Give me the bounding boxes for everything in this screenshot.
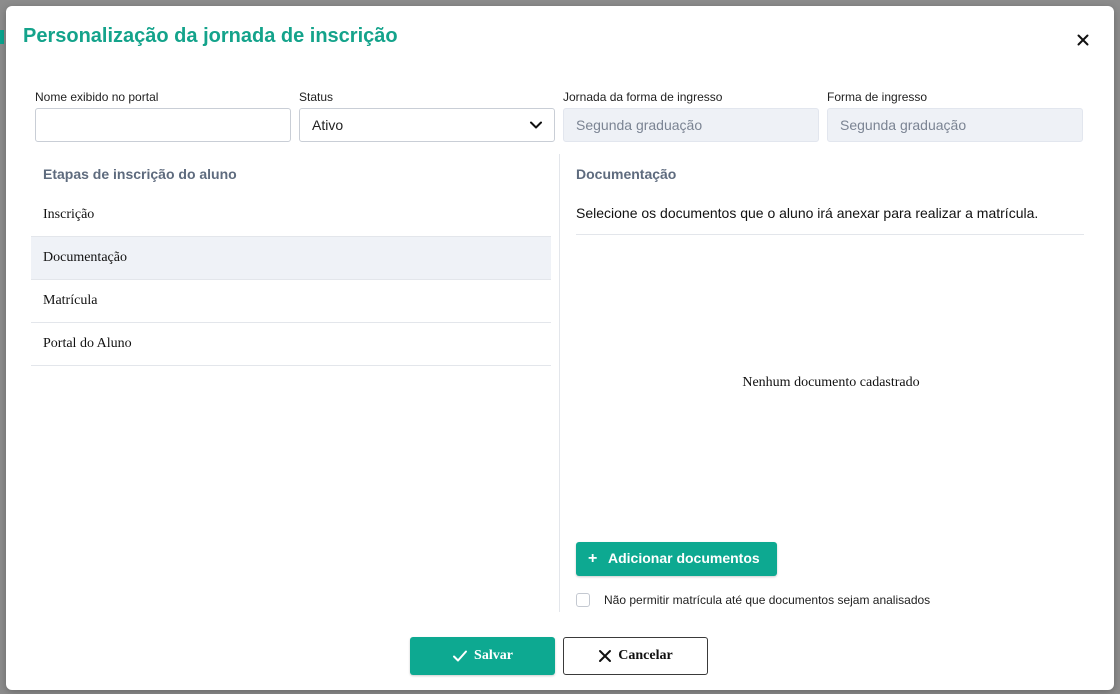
background-page-accent [0, 30, 4, 44]
chevron-down-icon [530, 121, 542, 129]
block-enrollment-checkbox[interactable] [576, 593, 590, 607]
step-item-inscricao[interactable]: Inscrição [31, 194, 551, 237]
journey-field: Segunda graduação [563, 108, 819, 142]
close-button[interactable] [1074, 31, 1092, 49]
status-select[interactable]: Ativo [299, 108, 555, 142]
documentation-panel: Documentação Selecione os documentos que… [576, 156, 1084, 616]
journey-customization-dialog: Personalização da jornada de inscrição N… [6, 6, 1114, 690]
portal-name-label: Nome exibido no portal [35, 90, 159, 104]
entry-form-field-group: Forma de ingresso Segunda graduação [827, 90, 1083, 142]
entry-form-label: Forma de ingresso [827, 90, 928, 104]
cancel-button[interactable]: Cancelar [563, 637, 708, 675]
documentation-divider [576, 234, 1084, 235]
status-label: Status [299, 90, 334, 104]
dialog-title: Personalização da jornada de inscrição [23, 25, 398, 47]
status-field-group: Status Ativo [299, 90, 555, 142]
save-label: Salvar [474, 648, 513, 663]
entry-form-field: Segunda graduação [827, 108, 1083, 142]
block-enrollment-label[interactable]: Não permitir matrícula até que documento… [604, 593, 930, 607]
step-item-documentacao[interactable]: Documentação [31, 237, 551, 280]
close-icon [1077, 34, 1089, 46]
steps-heading: Etapas de inscrição do aluno [43, 166, 237, 182]
column-divider [559, 154, 560, 612]
journey-field-group: Jornada da forma de ingresso Segunda gra… [563, 90, 819, 142]
close-icon [599, 650, 612, 662]
plus-icon: + [588, 550, 598, 567]
empty-documents-message: Nenhum documento cadastrado [742, 375, 920, 390]
status-select-value: Ativo [312, 117, 344, 133]
save-button[interactable]: Salvar [410, 637, 555, 675]
portal-name-input[interactable] [35, 108, 291, 142]
add-documents-button[interactable]: + Adicionar documentos [576, 542, 777, 576]
portal-name-field-group: Nome exibido no portal [35, 90, 291, 142]
documentation-heading: Documentação [576, 166, 677, 182]
check-icon [453, 650, 468, 662]
step-item-portal-do-aluno[interactable]: Portal do Aluno [31, 323, 551, 366]
documentation-description: Selecione os documentos que o aluno irá … [576, 205, 1039, 221]
add-documents-label: Adicionar documentos [608, 550, 760, 566]
cancel-label: Cancelar [618, 648, 673, 663]
steps-list: Inscrição Documentação Matrícula Portal … [31, 194, 551, 366]
journey-label: Jornada da forma de ingresso [563, 90, 723, 104]
step-item-matricula[interactable]: Matrícula [31, 280, 551, 323]
